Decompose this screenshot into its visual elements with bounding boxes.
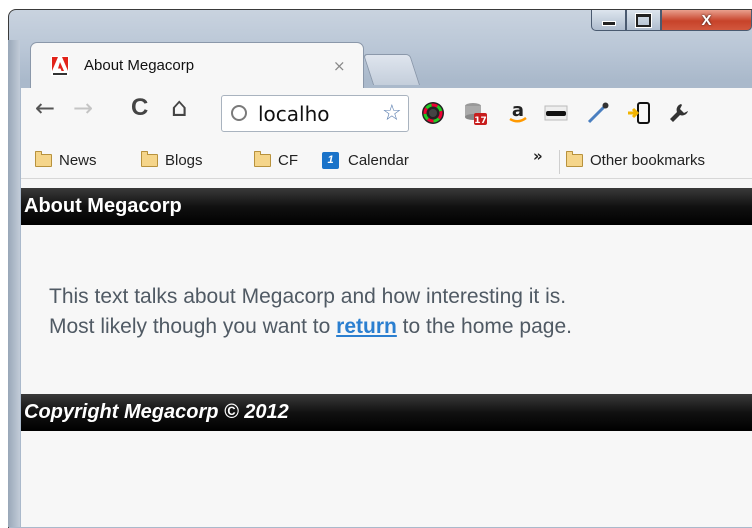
tab-title: About Megacorp	[84, 57, 195, 74]
reload-button[interactable]: C	[131, 96, 148, 120]
color-picker-icon[interactable]	[421, 101, 445, 125]
close-icon: X	[701, 11, 712, 29]
minimize-icon	[602, 21, 615, 25]
tab-close-icon[interactable]: ×	[333, 57, 346, 75]
folder-icon	[254, 151, 271, 167]
body-line-2-start: Most likely though you want to	[49, 315, 337, 338]
amazon-letter: a	[512, 101, 524, 121]
bookmark-news[interactable]: News	[35, 151, 97, 169]
page-footer: Copyright Megacorp © 2012	[21, 394, 752, 431]
browser-toolbar: ← → C ⌂ localho ☆ 17 a	[21, 88, 752, 145]
bookmark-blogs[interactable]: Blogs	[141, 151, 203, 169]
address-bar[interactable]: localho ☆	[221, 95, 409, 132]
minimize-button[interactable]	[591, 10, 626, 31]
bookmarks-overflow-button[interactable]: »	[533, 147, 543, 165]
bookmark-label: Blogs	[165, 152, 203, 169]
return-link[interactable]: return	[336, 315, 397, 338]
wrench-icon[interactable]	[667, 101, 691, 125]
page-header: About Megacorp	[21, 188, 752, 225]
body-line-2-end: to the home page.	[396, 315, 572, 338]
eyedropper-icon[interactable]	[586, 101, 610, 125]
close-window-button[interactable]: X	[661, 10, 752, 31]
bookmark-label: CF	[278, 152, 298, 169]
new-tab-button[interactable]	[362, 54, 421, 85]
back-button[interactable]: ←	[35, 96, 55, 120]
calendar-badge-text: 17	[474, 116, 487, 125]
spy-icon[interactable]	[544, 101, 568, 125]
maximize-button[interactable]	[626, 10, 661, 31]
folder-icon	[141, 151, 158, 167]
folder-icon	[566, 151, 583, 167]
page-body-text: This text talks about Megacorp and how i…	[49, 282, 739, 342]
tab-about-megacorp[interactable]: About Megacorp ×	[30, 42, 364, 88]
bookmark-label: Calendar	[348, 152, 409, 169]
window-left-border	[8, 40, 20, 527]
bookmark-calendar[interactable]: 1 Calendar	[322, 152, 409, 169]
forward-button[interactable]: →	[73, 96, 93, 120]
database-icon[interactable]: 17	[463, 101, 487, 125]
folder-icon	[35, 151, 52, 167]
bookmark-cf[interactable]: CF	[254, 151, 298, 169]
bookmarks-divider	[559, 150, 560, 174]
home-button[interactable]: ⌂	[171, 95, 188, 121]
bookmark-label: Other bookmarks	[590, 152, 706, 169]
page-content: About Megacorp This text talks about Meg…	[21, 179, 752, 527]
calendar-icon: 1	[322, 152, 339, 169]
bookmarks-bar: News Blogs CF 1 Calendar » Other bookmark…	[21, 145, 752, 179]
adobe-icon	[51, 56, 69, 76]
mobile-send-icon[interactable]	[627, 101, 651, 125]
bookmark-star-icon[interactable]: ☆	[382, 101, 402, 126]
url-text: localho	[258, 102, 330, 126]
amazon-icon[interactable]: a	[506, 101, 530, 125]
globe-icon	[231, 105, 247, 121]
body-line-1: This text talks about Megacorp and how i…	[49, 285, 567, 308]
bookmark-other[interactable]: Other bookmarks	[566, 151, 706, 169]
maximize-icon	[636, 13, 651, 27]
bookmark-label: News	[59, 152, 97, 169]
